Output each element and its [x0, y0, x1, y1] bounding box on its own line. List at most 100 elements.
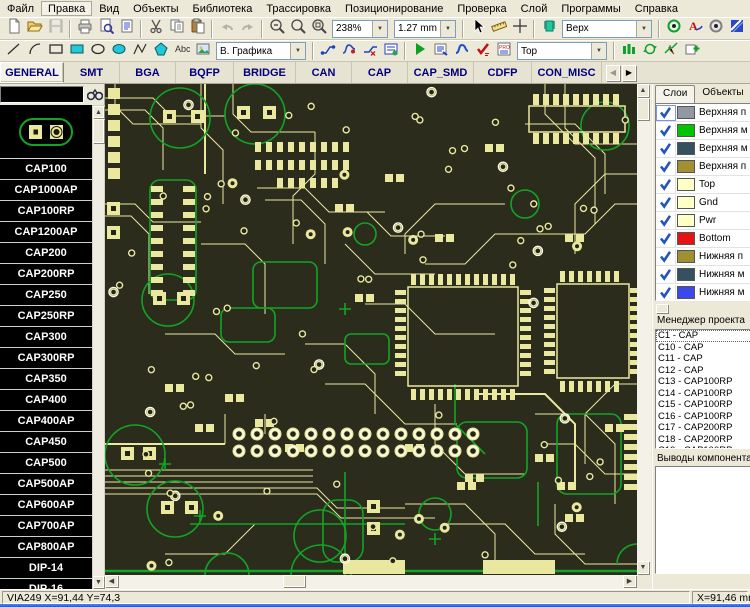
- board-side-select[interactable]: Верх▼: [562, 20, 652, 38]
- component-item-cap450[interactable]: CAP450: [0, 432, 92, 453]
- chevron-down-icon[interactable]: ▼: [290, 43, 305, 59]
- component-chip-button[interactable]: [538, 19, 559, 39]
- tab-cap[interactable]: CAP: [352, 62, 408, 83]
- paste-button[interactable]: [187, 19, 208, 39]
- chevron-down-icon[interactable]: ▼: [372, 21, 387, 37]
- grid-select[interactable]: 1.27 mm▼: [394, 20, 456, 38]
- scroll-up-icon[interactable]: ▲: [637, 84, 649, 97]
- route-props-button[interactable]: [380, 41, 401, 61]
- tab-con_misc[interactable]: CON_MISC: [532, 62, 602, 83]
- document-button[interactable]: [116, 19, 137, 39]
- tab-bqfp[interactable]: BQFP: [176, 62, 234, 83]
- component-item-cap250rp[interactable]: CAP250RP: [0, 306, 92, 327]
- layer-visibility-checkbox[interactable]: [656, 195, 676, 211]
- layer-color-swatch[interactable]: [677, 232, 695, 245]
- layer-visibility-checkbox[interactable]: [656, 285, 676, 301]
- image-tool-button[interactable]: [192, 41, 213, 61]
- component-item-cap250[interactable]: CAP250: [0, 285, 92, 306]
- draw-rect-filled-button[interactable]: [66, 41, 87, 61]
- component-pins-list[interactable]: [655, 466, 750, 574]
- layer-row[interactable]: Gnd: [656, 194, 750, 212]
- update-nets-button[interactable]: [660, 41, 681, 61]
- splitter-grip[interactable]: [656, 304, 668, 313]
- print-button[interactable]: [74, 19, 95, 39]
- component-item-cap100[interactable]: CAP100: [0, 159, 92, 180]
- component-item-cap400[interactable]: CAP400: [0, 390, 92, 411]
- layer-color-swatch[interactable]: [677, 160, 695, 173]
- component-item-cap700ap[interactable]: CAP700AP: [0, 516, 92, 537]
- sidebar-scrollbar[interactable]: ▲ ▼: [92, 105, 105, 589]
- draw-ellipse-button[interactable]: [87, 41, 108, 61]
- component-item-cap400ap[interactable]: CAP400AP: [0, 411, 92, 432]
- pad-green-button[interactable]: [663, 19, 684, 39]
- component-item-cap500ap[interactable]: CAP500AP: [0, 474, 92, 495]
- component-item-cap1000ap[interactable]: CAP1000AP: [0, 180, 92, 201]
- autoroute-button[interactable]: [451, 41, 472, 61]
- layer-visibility-checkbox[interactable]: [656, 141, 676, 157]
- text-tool-button[interactable]: Abc: [171, 41, 192, 61]
- menu-item-1[interactable]: Правка: [41, 1, 92, 16]
- layer-row[interactable]: Верхняя м: [656, 122, 750, 140]
- project-component[interactable]: C12 - CAP: [656, 365, 750, 377]
- project-component[interactable]: C15 - CAP100RP: [656, 399, 750, 411]
- text-style-button[interactable]: A: [684, 19, 705, 39]
- scrollbar-thumb[interactable]: [93, 119, 104, 143]
- project-component[interactable]: C13 - CAP100RP: [656, 376, 750, 388]
- panel-splitter[interactable]: [653, 302, 750, 314]
- drc-check-button[interactable]: [472, 41, 493, 61]
- layer-color-swatch[interactable]: [677, 124, 695, 137]
- menu-item-0[interactable]: Файл: [0, 1, 41, 16]
- layer-select[interactable]: Top▼: [517, 42, 607, 60]
- crosshair-button[interactable]: [509, 19, 530, 39]
- layer-color-swatch[interactable]: [677, 106, 695, 119]
- canvas-horizontal-scrollbar[interactable]: ◀ ▶: [105, 575, 637, 589]
- panel-tab-объекты[interactable]: Объекты: [695, 85, 750, 103]
- layer-color-swatch[interactable]: [677, 142, 695, 155]
- layer-row[interactable]: Bottom: [656, 230, 750, 248]
- draw-rect-button[interactable]: [45, 41, 66, 61]
- zoom-out-button[interactable]: [266, 19, 287, 39]
- menu-item-5[interactable]: Трассировка: [259, 1, 338, 16]
- component-item-cap200[interactable]: CAP200: [0, 243, 92, 264]
- menu-item-4[interactable]: Библиотека: [186, 1, 260, 16]
- layer-row[interactable]: Pwr: [656, 212, 750, 230]
- component-item-cap200rp[interactable]: CAP200RP: [0, 264, 92, 285]
- tab-smt[interactable]: SMT: [64, 62, 120, 83]
- layer-visibility-checkbox[interactable]: [656, 105, 676, 121]
- pad-gray-button[interactable]: [705, 19, 726, 39]
- project-component[interactable]: C17 - CAP200RP: [656, 422, 750, 434]
- route-manual-button[interactable]: [317, 41, 338, 61]
- layer-visibility-checkbox[interactable]: [656, 177, 676, 193]
- menu-item-7[interactable]: Проверка: [450, 1, 513, 16]
- menu-item-9[interactable]: Программы: [554, 1, 627, 16]
- report-button[interactable]: [430, 41, 451, 61]
- project-component[interactable]: C16 - CAP100RP: [656, 411, 750, 423]
- scroll-left-icon[interactable]: ◀: [105, 575, 118, 587]
- project-component[interactable]: C18 - CAP200RP: [656, 434, 750, 446]
- layer-row[interactable]: Нижняя м: [656, 266, 750, 284]
- component-item-dip-16[interactable]: DIP-16: [0, 579, 92, 589]
- tab-cdfp[interactable]: CDFP: [474, 62, 532, 83]
- layer-row[interactable]: Верхняя п: [656, 104, 750, 122]
- project-component[interactable]: C14 - CAP100RP: [656, 388, 750, 400]
- tab-scroll-left-icon[interactable]: ◀: [606, 65, 620, 81]
- menu-item-3[interactable]: Объекты: [126, 1, 185, 16]
- draw-arc-button[interactable]: [24, 41, 45, 61]
- print-preview-button[interactable]: [95, 19, 116, 39]
- new-button[interactable]: [3, 19, 24, 39]
- canvas-vertical-scrollbar[interactable]: ▲ ▼: [637, 84, 651, 575]
- chevron-down-icon[interactable]: ▼: [440, 21, 455, 37]
- draw-polygon-button[interactable]: [150, 41, 171, 61]
- layer-row[interactable]: Верхняя м: [656, 140, 750, 158]
- layer-row[interactable]: Top: [656, 176, 750, 194]
- tab-scroll-right-icon[interactable]: ▶: [622, 65, 636, 81]
- draw-polyline-button[interactable]: [129, 41, 150, 61]
- tab-general[interactable]: GENERAL: [0, 62, 64, 83]
- select-cursor-button[interactable]: [467, 19, 488, 39]
- project-component[interactable]: C19 - CAP100RP: [656, 445, 750, 449]
- tab-can[interactable]: CAN: [296, 62, 352, 83]
- menu-item-10[interactable]: Справка: [628, 1, 685, 16]
- component-item-cap1200ap[interactable]: CAP1200AP: [0, 222, 92, 243]
- component-preview[interactable]: [0, 105, 92, 159]
- component-item-cap350[interactable]: CAP350: [0, 369, 92, 390]
